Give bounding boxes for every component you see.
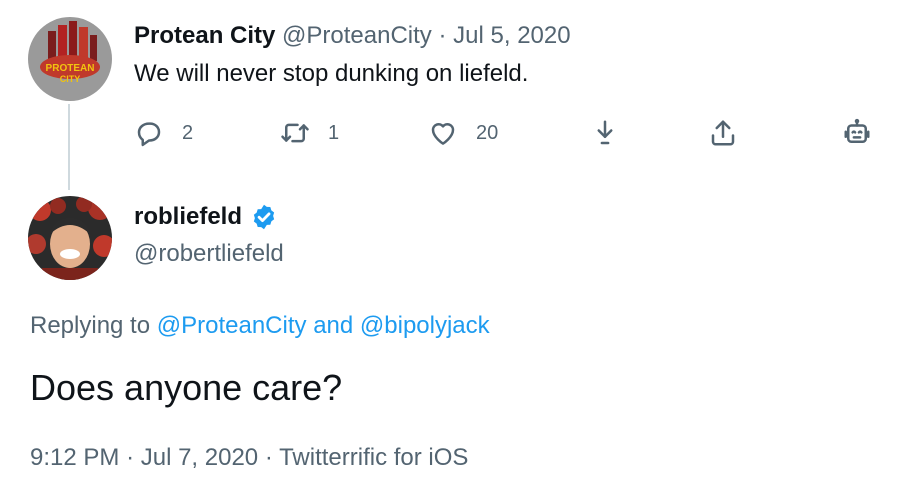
tweet-time[interactable]: 9:12 PM bbox=[30, 444, 119, 471]
tweet-source-app[interactable]: Twitterrific for iOS bbox=[279, 444, 468, 471]
avatar-protean-city[interactable]: PROTEAN CITY bbox=[28, 17, 112, 101]
reply-count: 2 bbox=[182, 121, 194, 144]
svg-text:CITY: CITY bbox=[60, 74, 81, 84]
bot-icon bbox=[844, 118, 870, 143]
replying-to-line: Replying to @ProteanCity and @bipolyjack bbox=[30, 310, 490, 342]
mention-link-proteancity[interactable]: @ProteanCity bbox=[157, 312, 307, 339]
like-button[interactable]: 20 bbox=[428, 116, 498, 150]
protean-city-logo-image: PROTEAN CITY bbox=[28, 17, 112, 101]
tweet-date[interactable]: Jul 7, 2020 bbox=[141, 444, 258, 471]
meta-separator-2: · bbox=[264, 444, 273, 471]
replying-prefix: Replying to bbox=[30, 312, 151, 339]
meta-separator-1: · bbox=[126, 444, 135, 471]
retweet-count: 1 bbox=[328, 121, 340, 144]
bot-button[interactable] bbox=[842, 116, 872, 150]
author-display-name[interactable]: robliefeld bbox=[134, 200, 242, 234]
tweet-meta: 9:12 PM · Jul 7, 2020 · Twitterrific for… bbox=[30, 442, 468, 474]
retweet-button[interactable]: 1 bbox=[280, 116, 339, 150]
reply-icon bbox=[137, 122, 161, 147]
download-button[interactable] bbox=[590, 116, 620, 150]
reply-date[interactable]: Jul 5, 2020 bbox=[453, 22, 570, 49]
reply-tweet-text: We will never stop dunking on liefeld. bbox=[134, 60, 529, 87]
reply-handle[interactable]: @ProteanCity bbox=[282, 22, 432, 49]
mention-link-bipolyjack[interactable]: @bipolyjack bbox=[360, 312, 490, 339]
reply-header-separator: · bbox=[438, 22, 447, 49]
main-tweet-text: Does anyone care? bbox=[30, 367, 343, 408]
author-name-row: robliefeld bbox=[134, 200, 278, 234]
like-count: 20 bbox=[476, 121, 499, 144]
like-icon bbox=[431, 123, 455, 145]
robliefeld-photo-image bbox=[28, 196, 112, 280]
reply-display-name[interactable]: Protean City bbox=[134, 22, 275, 49]
svg-text:PROTEAN: PROTEAN bbox=[46, 63, 95, 74]
share-icon bbox=[711, 120, 735, 146]
author-handle[interactable]: @robertliefeld bbox=[134, 238, 284, 270]
verified-badge-icon bbox=[253, 204, 275, 230]
reply-tweet-header: Protean City @ProteanCity · Jul 5, 2020 bbox=[134, 20, 571, 52]
download-icon bbox=[597, 120, 613, 145]
share-button[interactable] bbox=[708, 116, 738, 150]
reply-button[interactable]: 2 bbox=[134, 116, 193, 150]
mention-joiner: and bbox=[313, 312, 354, 339]
thread-connector-line bbox=[68, 104, 70, 190]
avatar-robliefeld[interactable] bbox=[28, 196, 112, 280]
retweet-icon bbox=[281, 123, 309, 143]
